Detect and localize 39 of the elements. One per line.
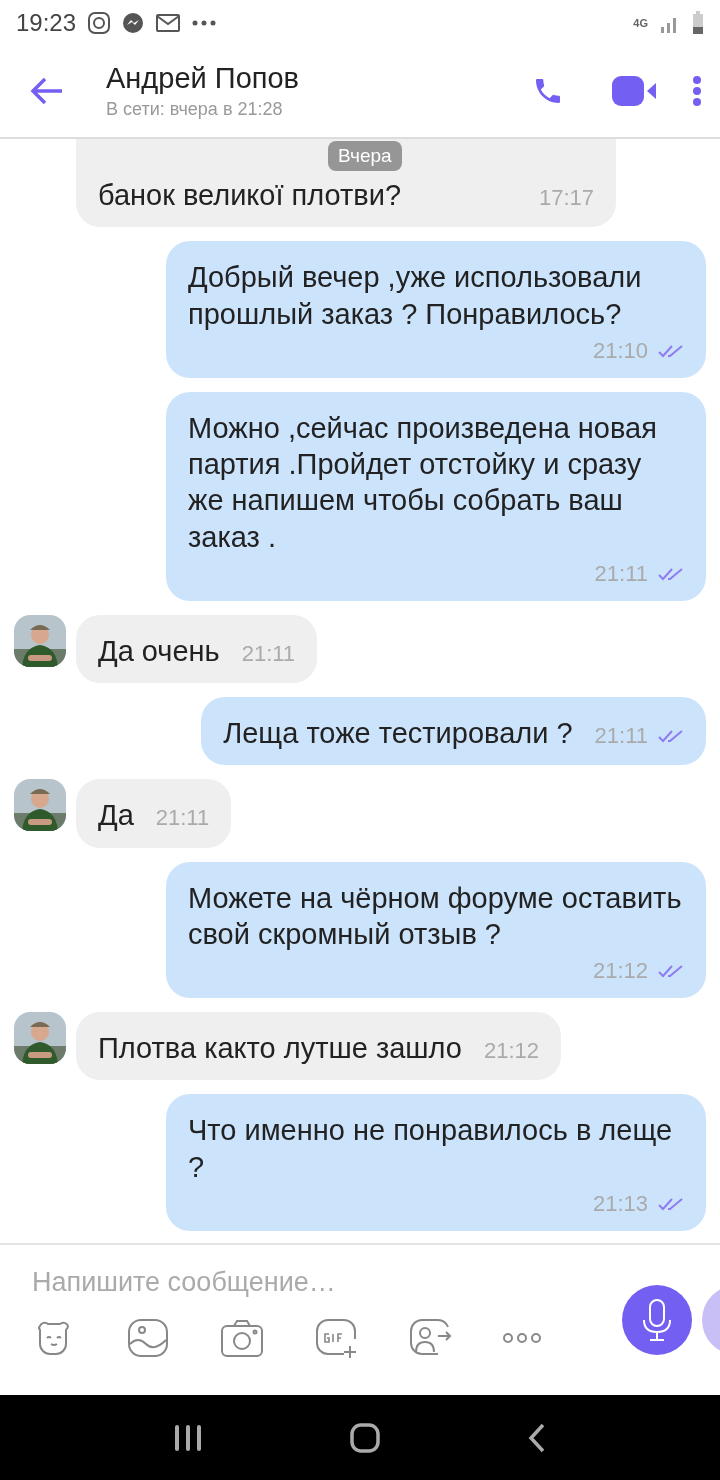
message-time: 21:12 <box>592 958 648 984</box>
message-time: 21:13 <box>592 1190 648 1217</box>
message-text: Можно ,сейчас произведена новая партия .Пройдет отстойку и сразу же напишем чтобы собрать ваш заказ . <box>188 410 658 555</box>
date-chip: Вчера <box>328 141 402 171</box>
message-text: банок великої плотви? <box>98 178 402 213</box>
message-time: 21:11 <box>594 723 648 749</box>
message-time: 21:10 <box>592 337 648 364</box>
home-icon[interactable] <box>350 1422 380 1453</box>
more-icon <box>192 19 217 26</box>
gallery-icon[interactable] <box>126 1316 170 1360</box>
video-call-button[interactable] <box>612 76 658 106</box>
menu-button[interactable] <box>692 76 702 106</box>
message-input[interactable]: Напишите сообщение… <box>32 1267 720 1298</box>
message-text: Леща тоже тестировали ? <box>223 716 573 751</box>
message-text: Что именно не понравилось в леще ? <box>188 1113 674 1185</box>
last-seen: В сети: вчера в 21:28 <box>106 99 284 120</box>
battery-icon <box>692 10 704 35</box>
message-text: Добрый вечер ,уже использовали прошлый заказ ? Понравилось? <box>188 260 643 332</box>
messenger-icon <box>122 11 145 34</box>
mail-icon <box>156 13 181 32</box>
message-time: 21:11 <box>594 560 648 587</box>
message-text: Да <box>98 798 134 834</box>
status-time: 19:23 <box>16 8 77 37</box>
microphone-icon <box>641 1298 673 1342</box>
message-text: Можете на чёрном форуме оставить свой скромный отзыв ? <box>188 880 683 952</box>
message-time: 21:11 <box>155 805 210 832</box>
gif-icon[interactable] <box>314 1316 358 1360</box>
more-options-icon[interactable] <box>502 1332 542 1344</box>
recent-apps-icon[interactable] <box>173 1424 204 1451</box>
back-icon[interactable] <box>526 1422 547 1453</box>
network-type: 4G <box>633 16 648 29</box>
back-button[interactable] <box>30 76 64 106</box>
message-time: 17:17 <box>538 185 594 211</box>
message-time: 21:12 <box>483 1038 540 1064</box>
message-text: Да очень <box>98 633 220 669</box>
instagram-icon <box>88 11 111 34</box>
message-text: Плотва както лутше зашло <box>98 1031 462 1066</box>
message-time: 21:11 <box>241 640 296 667</box>
contact-name: Андрей Попов <box>106 62 300 95</box>
